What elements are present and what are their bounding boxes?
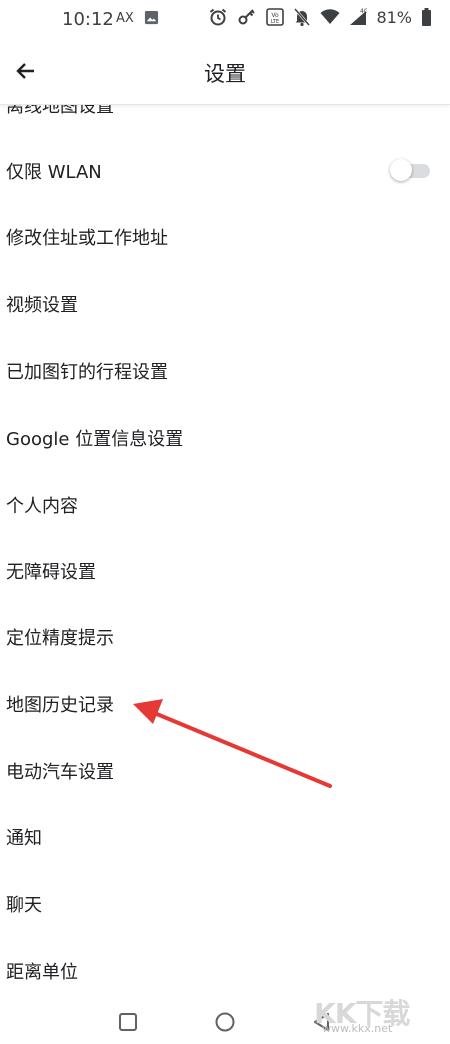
wlan-only-toggle[interactable]	[390, 159, 430, 181]
image-icon	[144, 10, 159, 25]
page-title: 设置	[204, 62, 246, 86]
list-item[interactable]: 无障碍设置	[0, 538, 450, 604]
recents-button[interactable]	[116, 1010, 140, 1034]
list-item[interactable]: 个人内容	[0, 472, 450, 538]
list-item[interactable]: 已加图钉的行程设置	[0, 338, 450, 404]
alarm-icon	[210, 8, 227, 26]
list-item[interactable]: 电动汽车设置	[0, 738, 450, 804]
status-time: 10:12	[62, 9, 114, 30]
nav-back-button[interactable]	[310, 1010, 334, 1034]
app-bar: 设置	[0, 38, 450, 105]
list-item-wlan-only[interactable]: 仅限 WLAN	[0, 138, 450, 204]
list-item-label: 视频设置	[6, 295, 78, 316]
mute-bell-icon	[294, 8, 311, 27]
list-item-map-history[interactable]: 地图历史记录	[0, 671, 450, 737]
status-icons: Vo LTE 4G 81%	[208, 7, 432, 27]
list-item[interactable]: 定位精度提示	[0, 604, 450, 670]
list-item-label: Google 位置信息设置	[6, 429, 184, 450]
list-item-label: 聊天	[6, 895, 42, 916]
settings-list: 离线地图设置 仅限 WLAN 修改住址或工作地址 视频设置 已加图钉的行程设置 …	[0, 104, 450, 1000]
list-item-label: 个人内容	[6, 496, 78, 517]
battery-percent: 81%	[376, 7, 412, 27]
signal-4g-icon: 4G	[350, 8, 367, 25]
back-triangle-icon	[314, 1013, 329, 1031]
home-circle-icon	[215, 1012, 235, 1032]
status-bar: 10:12 AX Vo LTE 4G 81%	[0, 0, 450, 38]
key-icon	[238, 9, 256, 25]
list-item[interactable]: 视频设置	[0, 271, 450, 337]
list-item-label: 定位精度提示	[6, 628, 114, 649]
recents-square-icon	[119, 1013, 137, 1031]
toggle-thumb	[390, 159, 412, 181]
svg-text:Vo: Vo	[272, 12, 280, 19]
list-item-label: 仅限 WLAN	[6, 162, 102, 183]
list-item[interactable]: 通知	[0, 804, 450, 870]
list-item[interactable]: 距离单位	[0, 938, 450, 1000]
list-item-label: 修改住址或工作地址	[6, 228, 168, 249]
battery-icon	[422, 8, 431, 26]
svg-text:LTE: LTE	[271, 19, 279, 25]
list-item[interactable]: 修改住址或工作地址	[0, 204, 450, 270]
volte-icon: Vo LTE	[266, 8, 285, 26]
status-ax-label: AX	[116, 11, 134, 26]
home-button[interactable]	[213, 1010, 237, 1034]
list-item-label: 无障碍设置	[6, 562, 96, 583]
list-item-label: 地图历史记录	[6, 695, 114, 716]
list-item-label: 通知	[6, 828, 42, 849]
list-item-label: 电动汽车设置	[6, 762, 114, 783]
list-item-label: 距离单位	[6, 962, 78, 983]
wifi-icon	[320, 9, 340, 24]
system-nav-bar	[0, 1000, 450, 1044]
list-item-partial[interactable]: 离线地图设置	[6, 104, 114, 118]
list-item[interactable]: 聊天	[0, 871, 450, 937]
list-item[interactable]: Google 位置信息设置	[0, 405, 450, 471]
list-item-label: 已加图钉的行程设置	[6, 362, 168, 383]
